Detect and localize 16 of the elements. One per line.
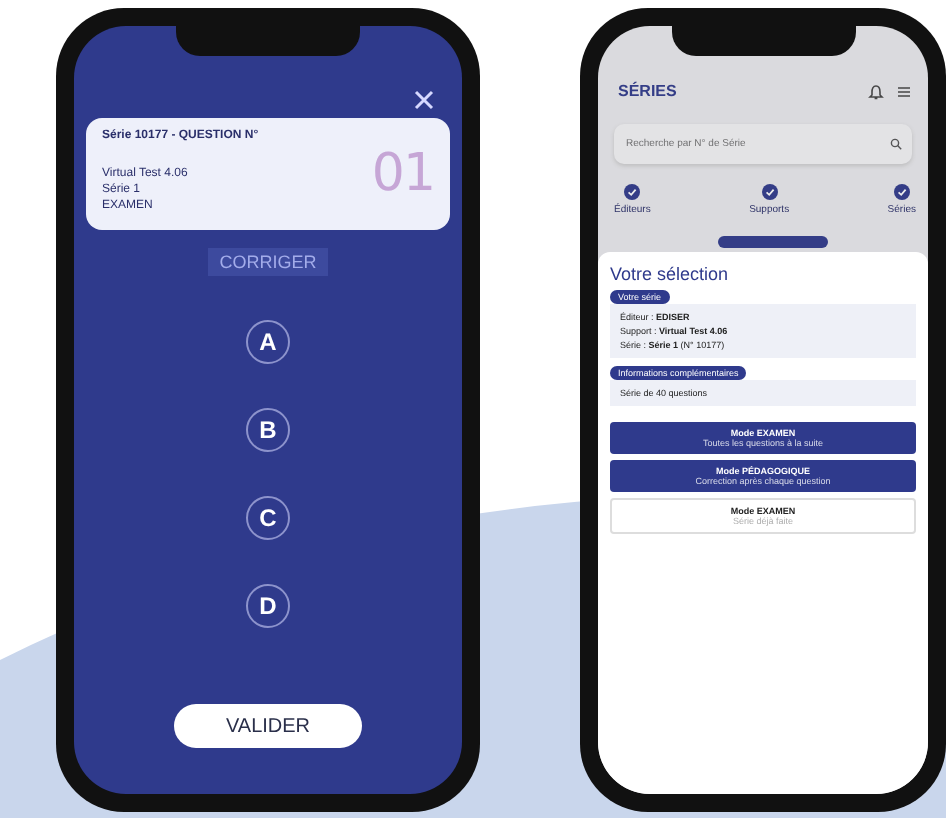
sheet-title: Votre sélection bbox=[610, 264, 731, 284]
submit-button[interactable]: VALIDER bbox=[174, 704, 362, 748]
answer-option[interactable]: D bbox=[246, 584, 290, 628]
check-circle-icon[interactable] bbox=[761, 184, 778, 200]
search-icon[interactable] bbox=[890, 138, 902, 150]
answer-option[interactable]: C bbox=[246, 496, 290, 540]
answer-option[interactable]: B bbox=[246, 408, 290, 452]
close-icon[interactable] bbox=[414, 90, 434, 110]
bell-icon[interactable] bbox=[868, 83, 884, 99]
tab-pill[interactable] bbox=[718, 236, 828, 248]
check-circle-icon[interactable] bbox=[624, 184, 641, 200]
app-title: SÉRIES bbox=[618, 82, 679, 100]
check-circle-icon[interactable] bbox=[893, 184, 910, 200]
menu-icon[interactable] bbox=[896, 83, 912, 99]
question-number: 01 bbox=[371, 144, 434, 204]
answer-option[interactable]: A bbox=[246, 320, 290, 364]
